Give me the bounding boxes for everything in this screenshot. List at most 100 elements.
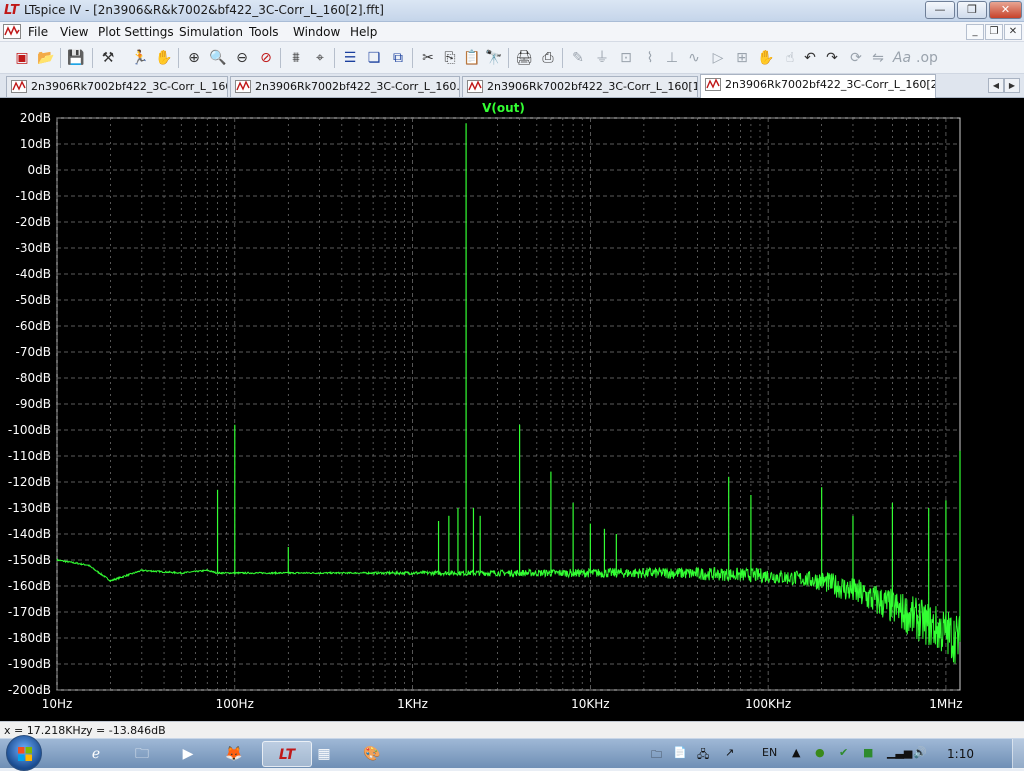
zoom-area-icon[interactable]: 🔍 [208,48,228,68]
menu-file[interactable]: File [28,25,48,39]
windows-logo-icon [18,747,32,761]
volume-icon[interactable]: 🔊 [913,746,927,759]
control-panel-icon[interactable]: ⚒ [98,48,118,68]
label-icon[interactable]: ⊡ [616,48,636,68]
mdi-close-button[interactable]: ✕ [1004,24,1022,40]
tab-scroll-left-button[interactable]: ◀ [988,78,1004,93]
zoom-out-icon[interactable]: ⊖ [232,48,252,68]
redo-icon[interactable]: ↷ [822,48,842,68]
drag-icon[interactable]: ☝ [780,48,800,68]
y-tick-label: -190dB [8,657,51,671]
y-tick-label: -60dB [16,319,51,333]
menu-help[interactable]: Help [350,25,377,39]
document-tab-strip: 2n3906Rk7002bf422_3C-Corr_L_160.fft 2n39… [0,74,1024,98]
cut-icon[interactable]: ✂ [418,48,438,68]
explorer-icon[interactable]: 🗀 [122,741,162,767]
mdi-minimize-button[interactable]: _ [966,24,984,40]
ground-icon[interactable]: ⏚ [592,48,612,68]
mdi-restore-button[interactable]: ❐ [985,24,1003,40]
calculator-icon[interactable]: ▦ [304,741,344,767]
cascade-icon[interactable]: ❏ [364,48,384,68]
open-icon[interactable]: 📂 [36,48,56,68]
new-schematic-icon[interactable]: ▣ [12,48,32,68]
waveform-doc-icon[interactable] [3,24,21,39]
minimize-button[interactable]: — [925,1,955,19]
spice-directive-icon[interactable]: .op [916,48,938,68]
capacitor-icon[interactable]: ⊥ [662,48,682,68]
rotate-icon[interactable]: ⟳ [846,48,866,68]
tray-green-icon[interactable]: ■ [863,746,873,759]
component-icon[interactable]: ⊞ [732,48,752,68]
tray-folder-icon[interactable]: 🗀 [651,746,662,765]
start-button[interactable] [6,735,42,771]
toolbar-separator [562,48,563,68]
action-center-icon[interactable]: ✔ [839,746,848,759]
undo-icon[interactable]: ↶ [800,48,820,68]
ie-icon[interactable]: ℯ [76,741,116,767]
tab-fft[interactable]: 2n3906Rk7002bf422_3C-Corr_L_160.fft [6,76,228,97]
waveform-tab-icon [705,78,721,91]
tab-label: 2n3906Rk7002bf422_3C-Corr_L_160.raw [255,80,460,93]
windows-taskbar: ℯ 🗀 ▶ 🦊 LT ▦ 🎨 🗀 📄 🖧 ↗ EN ▲ ● ✔ ■ ▁▃▅ 🔊 … [0,735,1024,771]
tile-horizontal-icon[interactable]: ☰ [340,48,360,68]
ltspice-logo-icon: LT [4,3,19,18]
show-hidden-icons-icon[interactable]: ▲ [792,746,800,759]
tray-app-icon[interactable]: ● [815,746,825,759]
find-icon[interactable]: 🔭 [484,48,504,68]
tray-note-icon[interactable]: 📄 [673,746,687,759]
toolbar-separator [92,48,93,68]
pick-trace-icon[interactable]: ⌖ [310,48,330,68]
x-tick-label: 1KHz [397,697,428,711]
tab-fft-1[interactable]: 2n3906Rk7002bf422_3C-Corr_L_160[1].fft [462,76,698,97]
tab-raw[interactable]: 2n3906Rk7002bf422_3C-Corr_L_160.raw [230,76,460,97]
mirror-icon[interactable]: ⇋ [868,48,888,68]
tab-fft-2[interactable]: 2n3906Rk7002bf422_3C-Corr_L_160[2].fft [700,74,936,98]
network-signal-icon[interactable]: ▁▃▅ [887,746,912,759]
run-icon[interactable]: 🏃 [130,48,150,68]
toolbar-separator [178,48,179,68]
copy-icon[interactable]: ⎘ [440,48,460,68]
paint-icon[interactable]: 🎨 [352,741,392,767]
waveform-tab-icon [235,80,251,93]
pan-icon[interactable]: ✋ [154,48,174,68]
close-button[interactable]: ✕ [989,1,1022,19]
menu-tools[interactable]: Tools [249,25,279,39]
print-preview-icon[interactable]: 🖨 [514,48,534,68]
menu-window[interactable]: Window [293,25,340,39]
autorange-icon[interactable]: ⩩ [286,48,306,68]
media-player-icon[interactable]: ▶ [168,741,208,767]
tray-network-share-icon[interactable]: 🖧 [697,746,709,765]
menu-simulation[interactable]: Simulation [179,25,243,39]
ltspice-window: LT LTspice IV - [2n3906&R&k7002&bf422_3C… [0,0,1024,771]
x-tick-label: 1MHz [929,697,962,711]
inductor-icon[interactable]: ∿ [684,48,704,68]
menu-plot-settings[interactable]: Plot Settings [98,25,174,39]
fft-chart[interactable]: 20dB 10dB 0dB -10dB -20dB -30dB -40dB -50dB -60d… [0,98,1024,721]
menu-view[interactable]: View [60,25,88,39]
zoom-cancel-icon[interactable]: ⊘ [256,48,276,68]
resistor-icon[interactable]: ⌇ [640,48,660,68]
close-all-icon[interactable]: ⧉ [388,48,408,68]
zoom-in-icon[interactable]: ⊕ [184,48,204,68]
language-indicator[interactable]: EN [762,746,777,759]
wire-icon[interactable]: ✎ [568,48,588,68]
save-icon[interactable]: 💾 [66,48,86,68]
tray-arrow-icon[interactable]: ↗ [725,746,734,759]
paste-icon[interactable]: 📋 [462,48,482,68]
trace-noise-floor [56,558,961,664]
show-desktop-button[interactable] [1012,739,1024,769]
print-icon[interactable]: ⎙ [538,48,558,68]
tab-scroll-right-button[interactable]: ▶ [1004,78,1020,93]
waveform-plot-pane[interactable]: 20dB 10dB 0dB -10dB -20dB -30dB -40dB -50dB -60d… [0,98,1024,721]
move-icon[interactable]: ✋ [756,48,776,68]
taskbar-clock[interactable]: 1:10 [947,747,974,761]
toolbar-separator [60,48,61,68]
y-tick-label: -20dB [16,215,51,229]
y-tick-label: -130dB [8,501,51,515]
title-bar: LT LTspice IV - [2n3906&R&k7002&bf422_3C… [0,0,1024,22]
maximize-button[interactable]: ❐ [957,1,987,19]
text-icon[interactable]: Aa [892,48,912,68]
diode-icon[interactable]: ▷ [708,48,728,68]
y-tick-label: -80dB [16,371,51,385]
firefox-icon[interactable]: 🦊 [214,741,254,767]
